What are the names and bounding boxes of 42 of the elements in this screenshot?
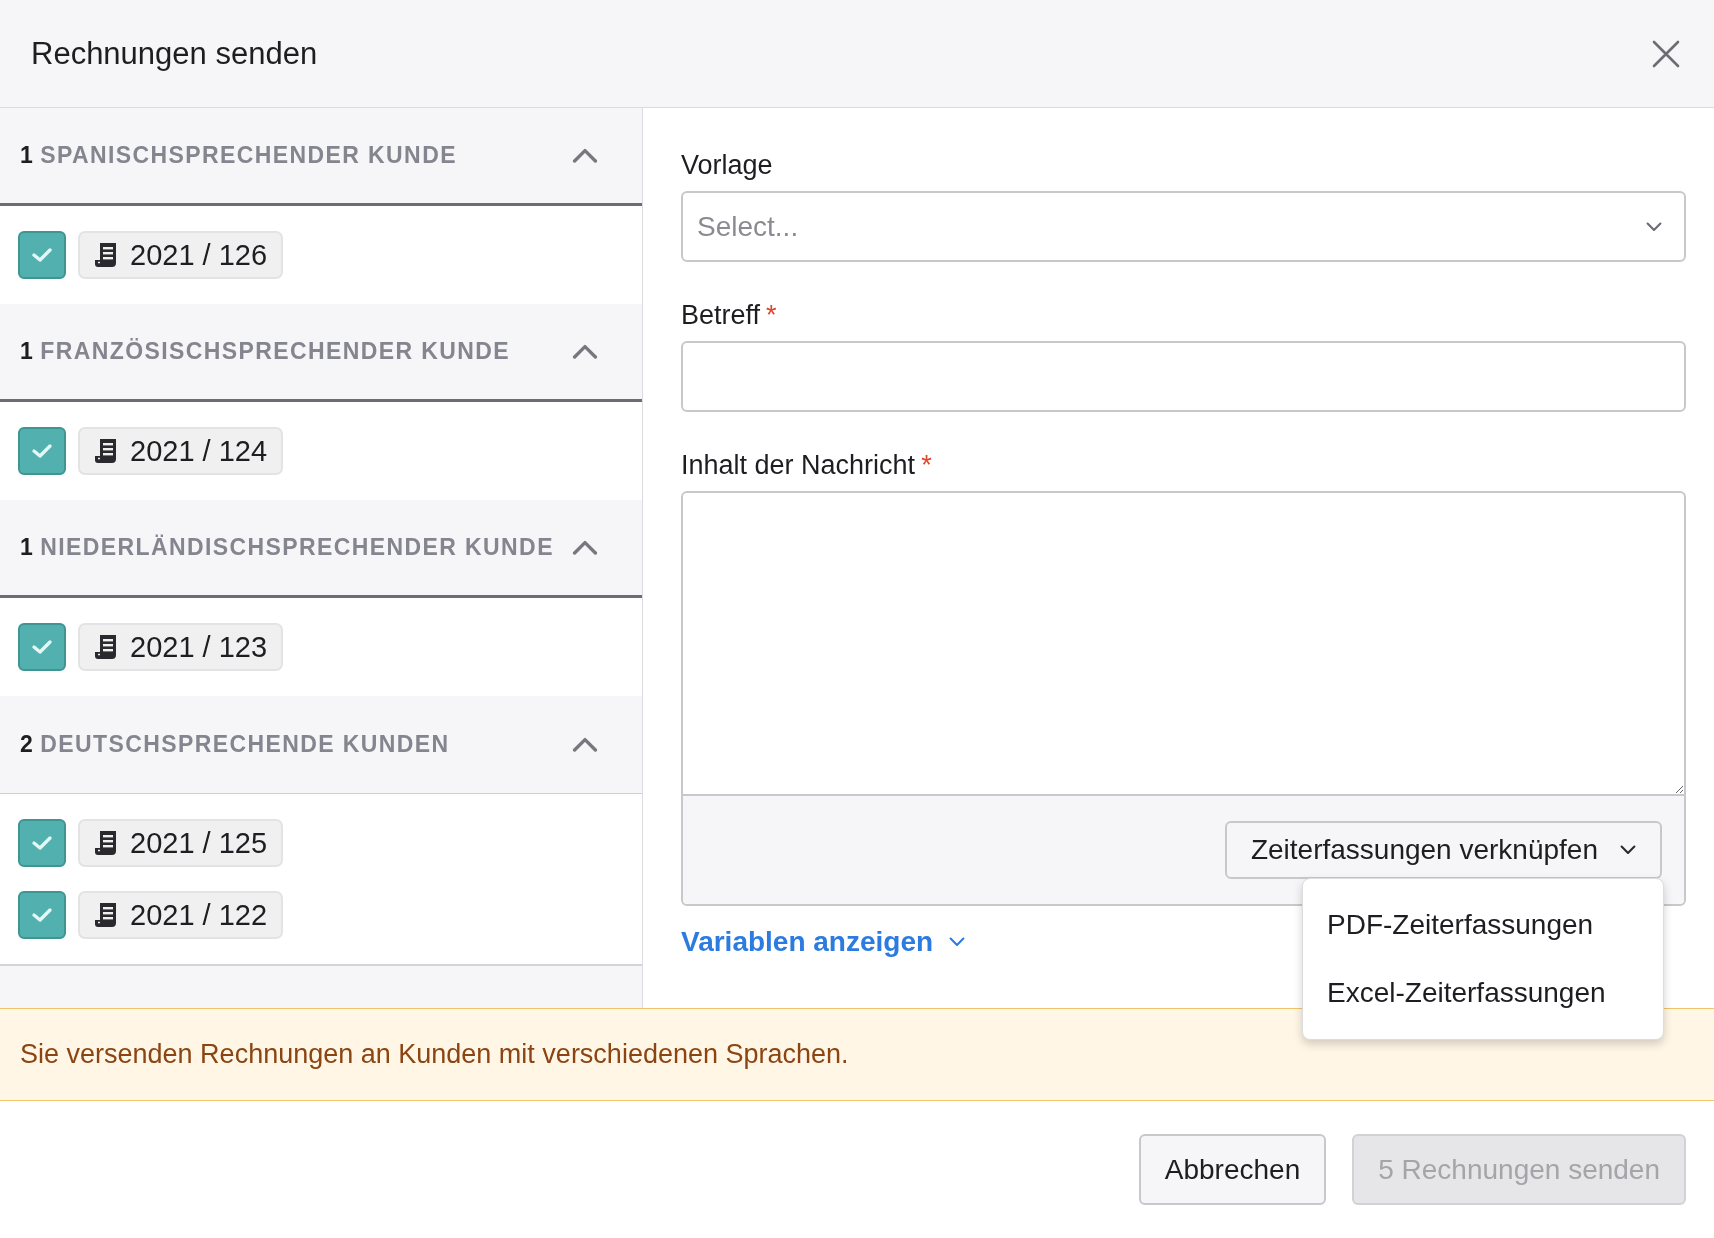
invoice-number: 2021 / 124 [130, 434, 268, 468]
invoice-number: 2021 / 126 [130, 238, 268, 272]
field-label: Inhalt der Nachricht * [681, 450, 932, 481]
invoice-number: 2021 / 122 [130, 898, 268, 932]
chevron-up-icon [572, 343, 598, 360]
group-title: 1 NIEDERLÄNDISCHSPRECHENDER KUNDE [20, 534, 554, 561]
chevron-down-icon [1620, 845, 1636, 855]
invoice-number: 2021 / 125 [130, 826, 268, 860]
warning-banner: Sie versenden Rechnungen an Kunden mit verschiedenen Sprachen. [0, 1008, 1714, 1101]
subject-input[interactable] [681, 341, 1686, 412]
checkbox[interactable] [18, 891, 66, 939]
link-time-entries-button[interactable]: Zeiterfassungen verknüpfen [1224, 821, 1662, 879]
dialog-title: Rechnungen senden [31, 35, 318, 72]
variables-link[interactable]: Variablen anzeigen [681, 926, 966, 958]
checkmark-icon [31, 443, 53, 459]
chevron-up-icon [572, 539, 598, 556]
receipt-icon [94, 242, 118, 268]
receipt-icon [94, 634, 118, 660]
receipt-icon [94, 830, 118, 856]
checkmark-icon [31, 639, 53, 655]
checkbox[interactable] [18, 427, 66, 475]
cancel-button[interactable]: Abbrechen [1138, 1134, 1327, 1205]
group-title: 1 SPANISCHSPRECHENDER KUNDE [20, 142, 457, 169]
group-title: 2 DEUTSCHSPRECHENDE KUNDEN [20, 731, 450, 758]
field-label: Vorlage [681, 150, 773, 181]
invoice-number: 2021 / 123 [130, 630, 268, 664]
receipt-icon [94, 902, 118, 928]
checkmark-icon [31, 907, 53, 923]
message-field[interactable]: Zeiterfassungen verknüpfen [681, 491, 1686, 906]
chevron-down-icon [1646, 221, 1662, 232]
chevron-up-icon [572, 147, 598, 164]
chevron-up-icon [572, 736, 598, 753]
receipt-icon [94, 438, 118, 464]
group-title: 1 FRANZÖSISCHSPRECHENDER KUNDE [20, 338, 511, 365]
chevron-down-icon [949, 937, 966, 947]
checkmark-icon [31, 835, 53, 851]
checkmark-icon [31, 247, 53, 263]
checkbox[interactable] [18, 623, 66, 671]
checkbox[interactable] [18, 231, 66, 279]
close-icon[interactable] [1652, 39, 1680, 68]
field-label: Betreff * [681, 300, 777, 331]
checkbox[interactable] [18, 819, 66, 867]
